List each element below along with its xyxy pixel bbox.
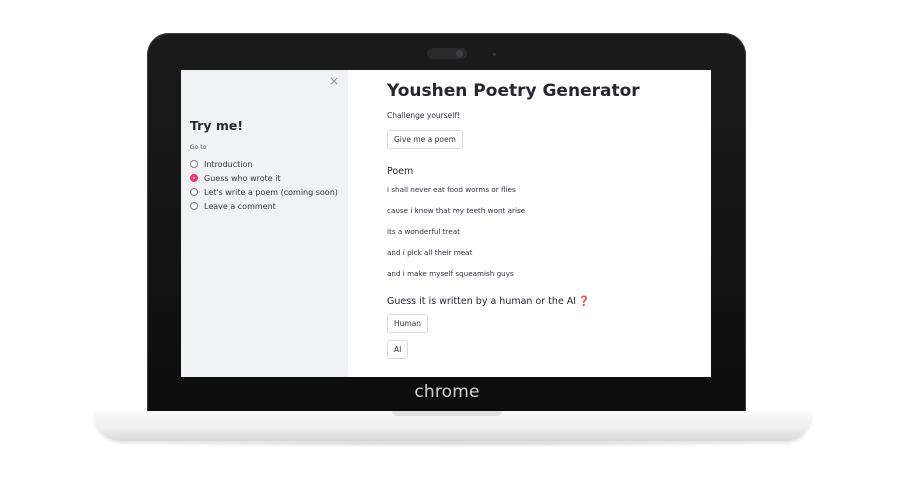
poem-line: cause i know that my teeth wont arise (387, 206, 526, 215)
poem-heading: Poem (387, 166, 414, 177)
ai-button[interactable]: AI (387, 340, 409, 359)
radio-option-guess-who-wrote-it[interactable]: Guess who wrote it (190, 171, 338, 185)
give-me-a-poem-button[interactable]: Give me a poem (387, 130, 463, 149)
radio-option-leave-a-comment[interactable]: Leave a comment (190, 199, 338, 213)
sidebar-title: Try me! (190, 118, 244, 133)
webcam-icon (456, 50, 463, 57)
radio-option-introduction[interactable]: Introduction (190, 157, 338, 171)
radio-button-icon[interactable] (190, 160, 198, 168)
sidebar: × Try me! Go to Introduction Guess who w… (181, 70, 348, 377)
device-brand-logo: chrome (414, 382, 480, 402)
app-screen: × Try me! Go to Introduction Guess who w… (181, 70, 711, 377)
radio-option-write-a-poem[interactable]: Let's write a poem (coming soon) (190, 185, 338, 199)
radio-option-label: Let's write a poem (coming soon) (204, 187, 338, 197)
radio-button-selected-icon[interactable] (190, 174, 198, 182)
laptop-shadow (120, 440, 786, 448)
radio-option-label: Guess who wrote it (204, 173, 281, 183)
page-subtitle: Challenge yourself! (387, 111, 460, 120)
laptop-hinge-notch (392, 411, 502, 416)
main-content: Youshen Poetry Generator Challenge yours… (387, 70, 707, 377)
question-mark-icon: ❓ (578, 296, 590, 307)
human-button[interactable]: Human (387, 314, 429, 333)
guess-heading-text: Guess it is written by a human or the AI (387, 296, 577, 307)
radio-option-label: Leave a comment (204, 201, 276, 211)
navigation-radio-group: Introduction Guess who wrote it Let's wr… (190, 157, 338, 213)
poem-line: and i pick all their meat (387, 248, 473, 257)
webcam-light (493, 53, 496, 56)
poem-line: i shall never eat food worms or flies (387, 185, 516, 194)
poem-line: its a wonderful treat (387, 227, 460, 236)
close-sidebar-icon[interactable]: × (328, 74, 340, 88)
navigation-label: Go to (190, 144, 207, 151)
poem-line: and i make myself squeamish guys (387, 269, 514, 278)
radio-button-icon[interactable] (190, 202, 198, 210)
guess-heading: Guess it is written by a human or the AI… (387, 296, 590, 307)
radio-button-icon[interactable] (190, 188, 198, 196)
radio-option-label: Introduction (204, 159, 253, 169)
page-title: Youshen Poetry Generator (387, 81, 640, 101)
